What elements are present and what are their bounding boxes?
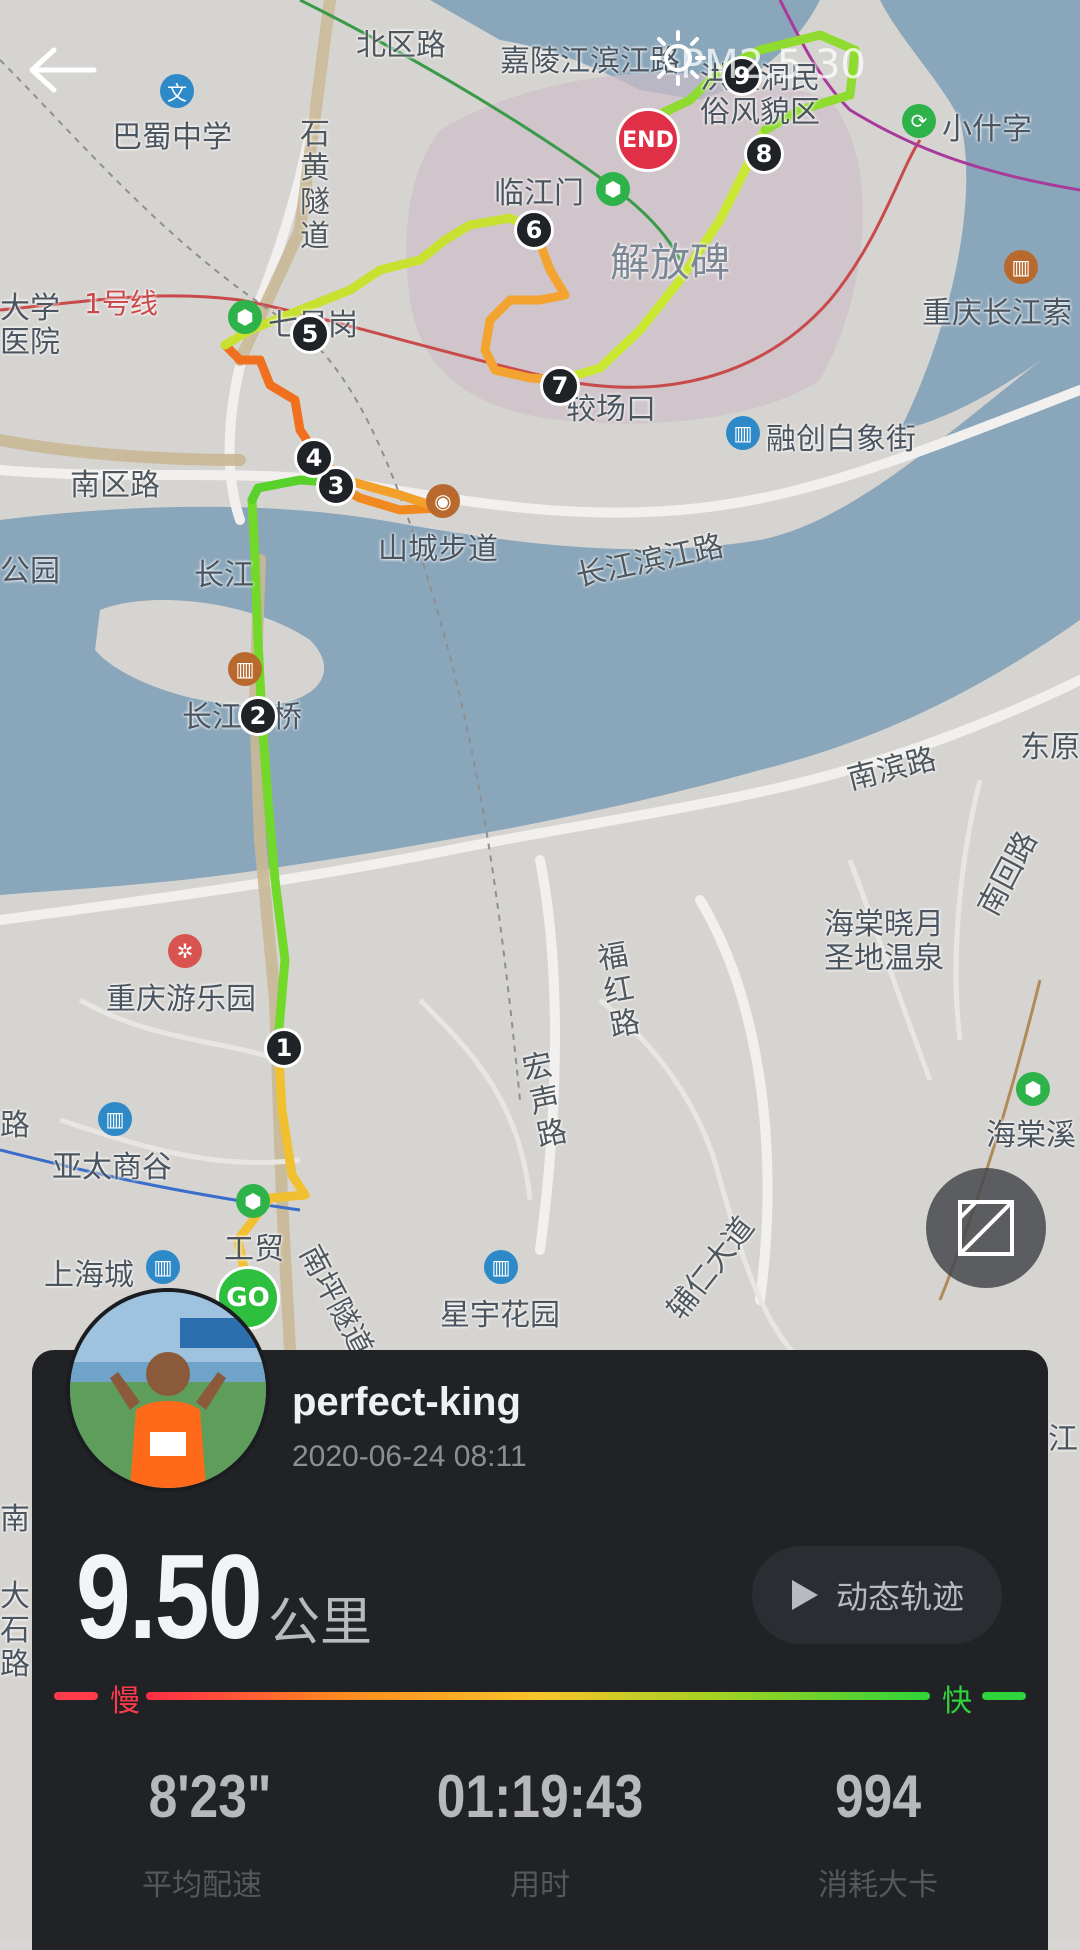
username: perfect-king [292,1380,521,1424]
label-jiaochangkou: 较场口 [566,392,656,427]
fullscreen-toggle-button[interactable] [926,1168,1046,1288]
back-arrow-icon [29,47,97,93]
pace-legend-slow-dash [54,1692,98,1700]
poi-amusement-park-icon: ✲ [168,934,202,968]
label-shihuang-tunnel: 石黄隧道 [300,117,330,254]
avatar[interactable] [70,1292,266,1488]
pace-legend-fast-label: 快 [942,1684,972,1719]
school-icon: 文 [160,74,194,108]
poi-building-icon: ▥ [146,1250,180,1284]
avg-pace-value: 8'23" [148,1763,272,1830]
poi-museum-icon: ▥ [726,416,760,450]
duration-value: 01:19:43 [436,1763,644,1830]
km-marker-8[interactable]: 8 [744,134,784,174]
label-xiaoshizi: 小什字 [942,112,1032,147]
label-map-edge-south: 南 [0,1502,30,1537]
label-amusement-park: 重庆游乐园 [106,982,256,1017]
label-yangtze-river: 长江 [194,558,254,593]
metro-station-icon: ⟳ [902,104,936,138]
label-shancheng-trail: 山城步道 [378,532,498,567]
label-gongmao: 工贸 [224,1232,284,1267]
label-park: 公园 [0,554,60,589]
km-marker-7[interactable]: 7 [540,366,580,406]
dynamic-track-button[interactable]: 动态轨迹 [752,1546,1002,1644]
poi-building-icon: ▥ [98,1102,132,1136]
label-jiefangbei: 解放碑 [610,240,730,286]
poi-landmark-icon: ◉ [426,484,460,518]
label-nanqu-road: 南区路 [70,468,160,503]
air-quality-readout: PM2.5 30 [680,42,866,88]
pace-legend-fast-dash [982,1692,1026,1700]
back-button[interactable] [28,40,100,100]
pace-legend-slow-label: 慢 [110,1684,140,1719]
label-beiqu-road: 北区路 [356,28,446,63]
calories-value: 994 [834,1763,922,1830]
label-metro-line-1: 1号线 [84,287,158,320]
label-rongchuang: 融创白象街 [766,422,916,457]
poi-building-icon: ▥ [484,1250,518,1284]
label-xingyu-garden: 星宇花园 [440,1298,560,1333]
label-map-edge-road: 大石路 [0,1579,30,1682]
distance-value: 9.50 [76,1530,263,1664]
pace-legend-gradient [146,1692,930,1700]
activity-datetime: 2020-06-24 08:11 [292,1440,527,1473]
label-map-edge-river: 江 [1048,1422,1078,1457]
calories-label: 消耗大卡 [818,1868,938,1903]
label-linjiangmen: 临江门 [494,176,584,211]
km-marker-1[interactable]: 1 [264,1028,304,1068]
play-icon [791,1580,818,1610]
expand-icon [958,1200,1014,1256]
duration-label: 用时 [510,1868,570,1903]
dynamic-track-label: 动态轨迹 [835,1578,964,1616]
metro-station-icon: ⬢ [236,1184,270,1218]
label-haitangxi: 海棠溪 [986,1118,1076,1153]
km-marker-6[interactable]: 6 [514,210,554,250]
avatar-photo [70,1292,266,1488]
metro-station-icon: ⬢ [1016,1072,1050,1106]
poi-bridge-icon: ▥ [228,652,262,686]
label-university-hospital: 大学医院 [0,291,60,360]
poi-landmark-icon: ▥ [1004,250,1038,284]
metro-station-icon: ⬢ [228,300,262,334]
km-marker-5[interactable]: 5 [290,314,330,354]
label-dongyuan: 东原 [1020,730,1080,765]
km-marker-2[interactable]: 2 [238,696,278,736]
label-haitang-spa: 海棠晓月圣地温泉 [824,907,944,976]
label-shanghai-city: 上海城 [44,1258,134,1293]
label-yatai-mall: 亚太商谷 [52,1150,172,1185]
distance-unit: 公里 [268,1593,373,1653]
label-bashu-school: 巴蜀中学 [112,120,232,155]
label-cableway: 重庆长江索 [922,296,1072,331]
metro-station-icon: ⬢ [596,172,630,206]
end-marker[interactable]: END [616,108,680,172]
km-marker-4[interactable]: 4 [294,438,334,478]
avg-pace-label: 平均配速 [142,1868,262,1903]
label-road-fragment: 路 [0,1108,30,1143]
